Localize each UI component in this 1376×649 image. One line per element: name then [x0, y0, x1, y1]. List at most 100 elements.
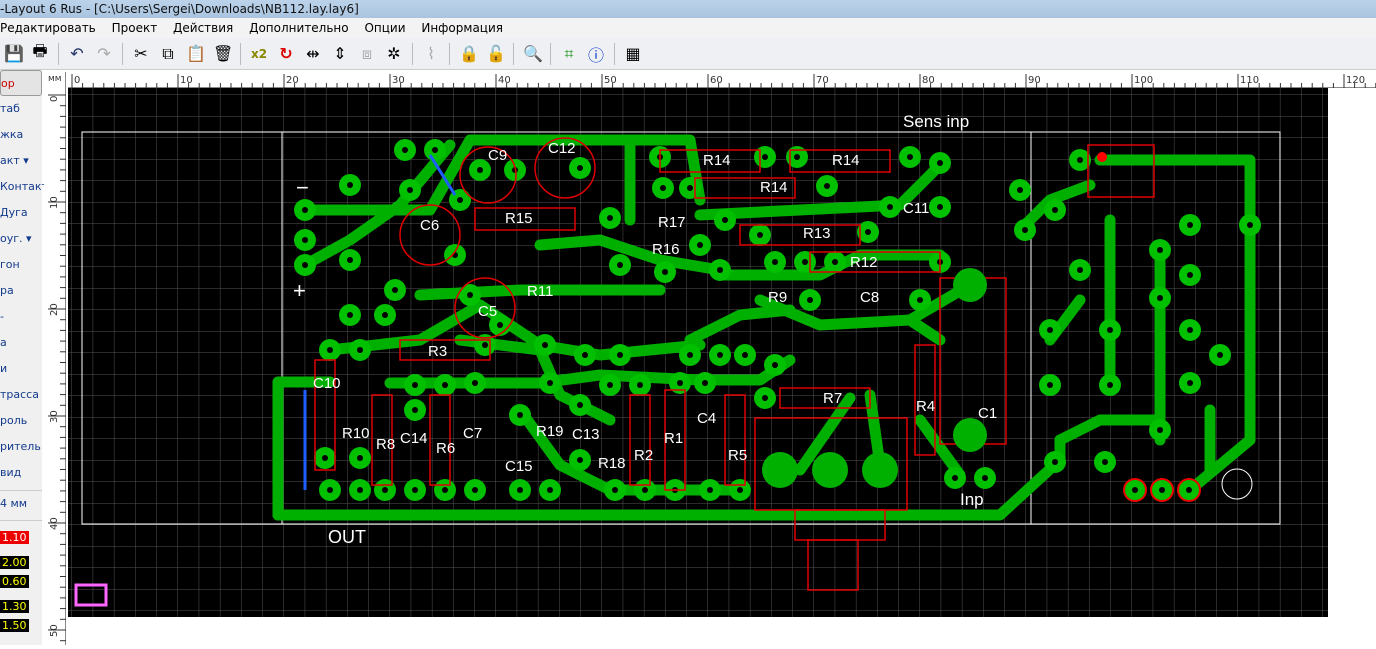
lock-icon[interactable]: 🔒 — [459, 44, 479, 63]
sidebar-item-measure[interactable]: ритель — [0, 434, 42, 460]
pad-inner[interactable]: 0.60 — [0, 575, 29, 588]
scroll-area[interactable] — [1328, 88, 1376, 617]
paste-icon[interactable]: 📋 — [186, 44, 206, 63]
pad[interactable] — [1099, 319, 1121, 341]
pad[interactable] — [404, 374, 426, 396]
sidebar-item-track[interactable]: жка — [0, 122, 42, 148]
sidebar-item-9[interactable]: - — [0, 304, 42, 330]
unlock-icon[interactable]: 🔓 — [486, 44, 506, 63]
pad[interactable] — [799, 289, 821, 311]
sidebar-item-check[interactable]: роль — [0, 408, 42, 434]
pad[interactable] — [434, 374, 456, 396]
print-icon[interactable]: 🖶 — [31, 40, 49, 67]
pad[interactable] — [754, 387, 776, 409]
pad[interactable] — [1149, 239, 1171, 261]
sidebar-item-polygon[interactable]: гон — [0, 252, 42, 278]
pad[interactable] — [349, 479, 371, 501]
sidebar-item-view[interactable]: вид — [0, 460, 42, 486]
pad[interactable] — [1209, 344, 1231, 366]
delete-icon[interactable]: 🗑 — [213, 44, 233, 63]
pad[interactable] — [1069, 259, 1091, 281]
pad[interactable] — [569, 157, 591, 179]
menu-actions[interactable]: Действия — [173, 21, 233, 35]
pad[interactable] — [434, 479, 456, 501]
pad[interactable] — [1039, 319, 1061, 341]
pad[interactable] — [569, 449, 591, 471]
pad[interactable] — [394, 139, 416, 161]
pad[interactable] — [679, 344, 701, 366]
pad[interactable] — [1094, 451, 1116, 473]
pad[interactable] — [349, 447, 371, 469]
pad[interactable] — [374, 304, 396, 326]
x2-icon[interactable]: x2 — [250, 47, 268, 61]
undo-icon[interactable]: ↶ — [68, 44, 86, 63]
sidebar-item-10[interactable]: а — [0, 330, 42, 356]
pad[interactable] — [1179, 319, 1201, 341]
redo-icon[interactable]: ↷ — [95, 44, 113, 63]
connector-pad[interactable] — [1123, 478, 1147, 502]
sidebar-item-pad[interactable]: акт ▾ — [0, 148, 42, 174]
menu-info[interactable]: Информация — [421, 21, 503, 35]
pad[interactable] — [929, 196, 951, 218]
pad[interactable] — [599, 207, 621, 229]
pad[interactable] — [679, 177, 701, 199]
pad[interactable] — [689, 234, 711, 256]
pad[interactable] — [319, 339, 341, 361]
pattern-icon[interactable]: ▦ — [624, 44, 642, 63]
pad[interactable] — [609, 254, 631, 276]
sidebar-item-text[interactable]: ра — [0, 278, 42, 304]
pad[interactable] — [824, 251, 846, 273]
snap-icon[interactable]: ✲ — [385, 44, 403, 63]
pad[interactable] — [539, 479, 561, 501]
pad[interactable] — [509, 479, 531, 501]
pad[interactable] — [879, 196, 901, 218]
pad[interactable] — [444, 244, 466, 266]
pad[interactable] — [1044, 199, 1066, 221]
pad[interactable] — [899, 146, 921, 168]
pad[interactable] — [1014, 219, 1036, 241]
copy-icon[interactable]: ⧉ — [159, 44, 177, 64]
info-icon[interactable]: ⓘ — [587, 42, 605, 66]
pad[interactable] — [909, 289, 931, 311]
pad[interactable] — [944, 467, 966, 489]
crop-icon[interactable]: ⌗ — [560, 44, 578, 64]
pad[interactable] — [1039, 374, 1061, 396]
pad[interactable] — [714, 209, 736, 231]
sidebar-item-11[interactable]: и — [0, 356, 42, 382]
sidebar-item-rect[interactable]: оуг. ▾ — [0, 226, 42, 252]
pad[interactable] — [729, 479, 751, 501]
pad[interactable] — [734, 344, 756, 366]
pad[interactable] — [1179, 214, 1201, 236]
pad[interactable] — [294, 229, 316, 251]
pad[interactable] — [1099, 374, 1121, 396]
pad[interactable] — [319, 479, 341, 501]
pad[interactable] — [384, 279, 406, 301]
pad[interactable] — [694, 372, 716, 394]
smd-width[interactable]: 1.30 — [0, 600, 29, 613]
pad[interactable] — [539, 372, 561, 394]
pad[interactable] — [569, 394, 591, 416]
pad[interactable] — [764, 354, 786, 376]
pad[interactable] — [749, 224, 771, 246]
mirror-icon[interactable]: ⇹ — [304, 44, 322, 63]
pad[interactable] — [404, 479, 426, 501]
pad[interactable] — [599, 374, 621, 396]
pad[interactable] — [1009, 179, 1031, 201]
zoom-icon[interactable]: 🔍 — [523, 44, 543, 63]
align-icon[interactable]: ⇕ — [331, 44, 349, 63]
pad[interactable] — [509, 404, 531, 426]
pad[interactable] — [764, 251, 786, 273]
pad[interactable] — [604, 479, 626, 501]
pad[interactable] — [629, 374, 651, 396]
pad[interactable] — [399, 179, 421, 201]
sidebar-item-select[interactable]: ор — [0, 70, 42, 96]
cut-icon[interactable]: ✂ — [132, 44, 150, 63]
pad[interactable] — [339, 174, 361, 196]
pad[interactable] — [349, 339, 371, 361]
pad[interactable] — [574, 344, 596, 366]
smd-height[interactable]: 1.50 — [0, 619, 29, 632]
pad[interactable] — [314, 447, 336, 469]
sidebar-item-arc[interactable]: Дуга — [0, 200, 42, 226]
pad[interactable] — [1044, 451, 1066, 473]
track-width[interactable]: 1.10 — [0, 531, 29, 544]
